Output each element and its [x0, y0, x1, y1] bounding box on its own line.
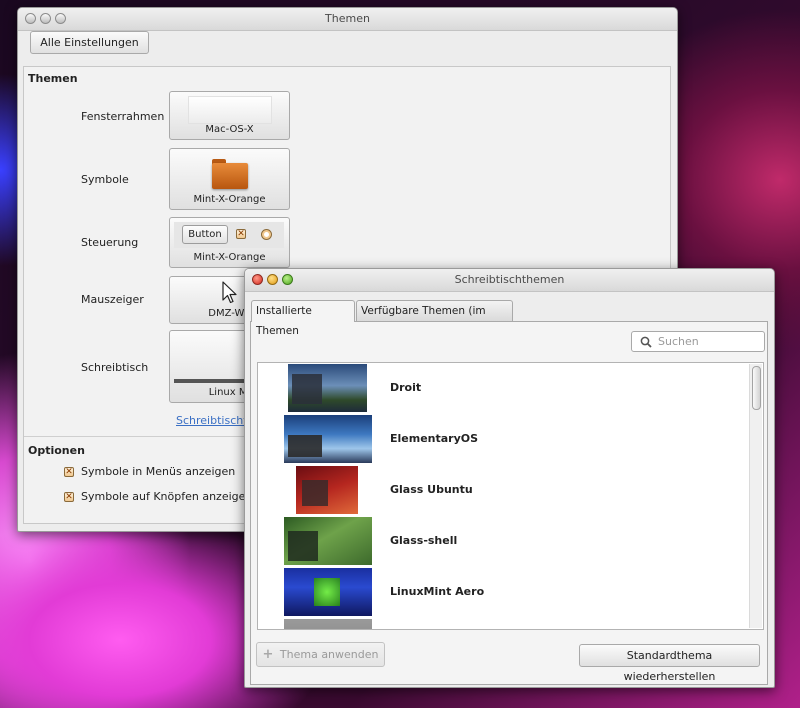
theme-thumbnail — [284, 568, 372, 616]
list-item[interactable]: Droit — [258, 363, 748, 414]
theme-name: LinuxMint Aero — [390, 585, 485, 598]
dialog-minimize-button[interactable] — [267, 274, 278, 285]
window-title: Themen — [325, 12, 370, 25]
icons-theme-button[interactable]: Mint-X-Orange — [169, 148, 290, 210]
themes-window-titlebar[interactable]: Themen — [18, 8, 677, 31]
dialog-close-button[interactable] — [252, 274, 263, 285]
list-item[interactable]: Glass-shell — [258, 516, 748, 567]
restore-default-theme-button[interactable]: Standardthema wiederherstellen — [579, 644, 760, 683]
theme-name: Glass Ubuntu — [390, 483, 473, 496]
option-checkbox-buttons[interactable]: ✕ — [64, 492, 74, 502]
dialog-window-controls — [252, 274, 293, 285]
apply-theme-button[interactable]: + Thema anwenden — [256, 642, 385, 667]
close-button[interactable] — [25, 13, 36, 24]
search-icon — [640, 336, 652, 348]
dialog-maximize-button[interactable] — [282, 274, 293, 285]
option-label-menus[interactable]: Symbole in Menüs anzeigen — [81, 465, 235, 478]
themes-list: Droit ElementaryOS Glass Ubuntu Glass-sh… — [257, 362, 764, 630]
minimize-button[interactable] — [40, 13, 51, 24]
desktop-label: Schreibtisch — [81, 361, 149, 374]
tab-installed-themes[interactable]: Installierte Themen — [251, 300, 355, 337]
list-item[interactable]: ElementaryOS — [258, 414, 748, 465]
preview-button: Button — [182, 225, 228, 244]
options-section-title: Optionen — [28, 444, 85, 457]
icons-theme-name: Mint-X-Orange — [193, 194, 266, 205]
preview-checkbox-icon: ✕ — [236, 229, 246, 239]
list-item[interactable]: LinuxMint Aero — [258, 567, 748, 618]
controls-theme-button[interactable]: Button ✕ Mint-X-Orange — [169, 217, 290, 268]
icons-label: Symbole — [81, 173, 129, 186]
desktop-themes-link[interactable]: Schreibtischth — [176, 414, 255, 427]
search-input[interactable]: Suchen — [631, 331, 765, 352]
themes-list-scrollbar[interactable] — [749, 364, 762, 628]
plus-icon: + — [262, 647, 274, 662]
maximize-button[interactable] — [55, 13, 66, 24]
theme-thumbnail — [284, 415, 372, 463]
window-border-label: Fensterrahmen — [81, 110, 165, 123]
theme-thumbnail — [296, 466, 358, 514]
themes-section-title: Themen — [28, 72, 78, 85]
controls-label: Steuerung — [81, 236, 139, 249]
window-border-theme-name: Mac-OS-X — [205, 124, 254, 135]
desktop-themes-dialog: Schreibtischthemen Installierte Themen V… — [244, 268, 775, 688]
tab-available-themes[interactable]: Verfügbare Themen (im Netz) — [356, 300, 513, 337]
theme-thumbnail — [284, 619, 372, 629]
installed-themes-panel: Suchen Droit ElementaryOS Glass Ubuntu G… — [250, 321, 768, 685]
theme-name: ElementaryOS — [390, 432, 479, 445]
dialog-title: Schreibtischthemen — [454, 273, 565, 286]
arrow-cursor-icon — [222, 281, 237, 304]
theme-name: Glass-shell — [390, 534, 458, 547]
dialog-titlebar[interactable]: Schreibtischthemen — [245, 269, 774, 292]
all-settings-button[interactable]: Alle Einstellungen — [30, 31, 149, 54]
window-border-theme-button[interactable]: Mac-OS-X — [169, 91, 290, 140]
theme-thumbnail — [288, 364, 367, 412]
list-item[interactable]: Glass Ubuntu — [258, 465, 748, 516]
cursor-label: Mauszeiger — [81, 293, 144, 306]
theme-name: Droit — [390, 381, 422, 394]
controls-theme-name: Mint-X-Orange — [193, 252, 266, 263]
list-item[interactable] — [258, 618, 748, 629]
window-border-preview — [188, 96, 272, 124]
scrollbar-thumb[interactable] — [752, 366, 761, 410]
theme-thumbnail — [284, 517, 372, 565]
search-placeholder: Suchen — [658, 335, 699, 348]
apply-theme-label: Thema anwenden — [279, 648, 379, 661]
folder-icon — [212, 159, 248, 189]
option-label-buttons[interactable]: Symbole auf Knöpfen anzeigen — [81, 490, 252, 503]
preview-radio-icon — [261, 229, 272, 240]
option-checkbox-menus[interactable]: ✕ — [64, 467, 74, 477]
window-controls — [25, 13, 66, 24]
controls-preview: Button ✕ — [174, 222, 284, 248]
